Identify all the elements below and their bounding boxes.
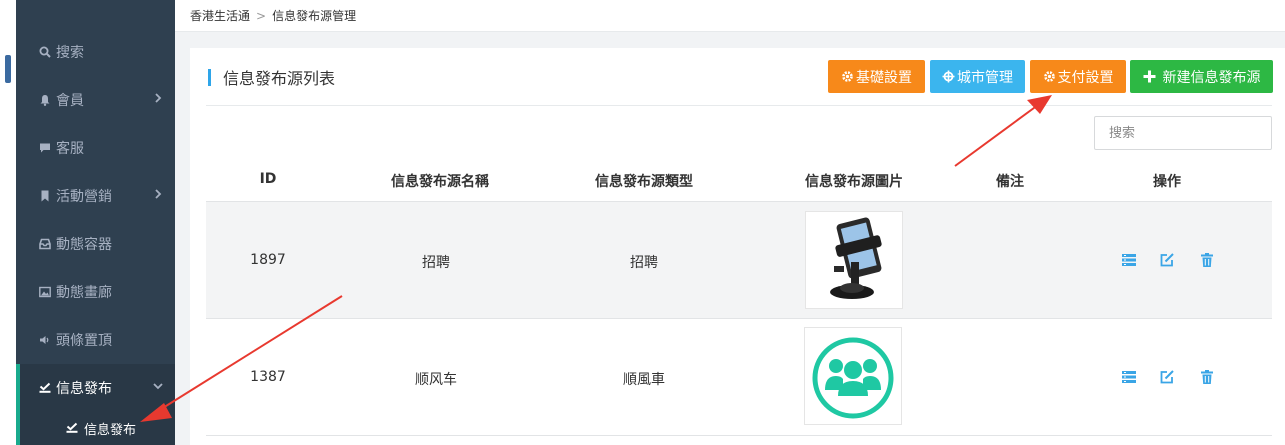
sidebar: 搜索 會員 客服 活動營銷 動態容器 動態畫廊 頭條置頂 信息發布 信息發布 (16, 0, 175, 445)
edit-icon[interactable] (1159, 369, 1175, 385)
new-source-button[interactable]: 新建信息發布源 (1130, 60, 1273, 93)
crosshairs-icon (942, 70, 955, 83)
panel-title-text: 信息發布源列表 (223, 69, 336, 88)
table-row: 1897 招聘 招聘 (206, 202, 1272, 318)
column-header-id: ID (259, 171, 277, 187)
sidebar-item-headline[interactable]: 頭條置頂 (16, 316, 175, 364)
payment-settings-label: 支付設置 (1057, 69, 1114, 86)
phone-holder-photo (805, 211, 903, 309)
cell-type: 順風車 (623, 372, 665, 388)
bell-icon (38, 93, 52, 107)
image-icon (38, 285, 52, 299)
sidebar-item-label: 活動營銷 (56, 189, 112, 205)
sidebar-item-label: 動態容器 (56, 237, 112, 253)
row-divider (206, 435, 1272, 436)
cell-id: 1387 (250, 369, 286, 385)
sidebar-item-search[interactable]: 搜索 (16, 28, 175, 76)
check-square-icon (38, 381, 52, 395)
search-input[interactable] (1094, 116, 1272, 150)
list-icon[interactable] (1121, 252, 1137, 268)
cell-name: 顺风车 (415, 372, 457, 388)
sidebar-item-info-publish[interactable]: 信息發布 (16, 364, 175, 412)
column-header-actions: 操作 (1153, 174, 1181, 190)
breadcrumb-home[interactable]: 香港生活通 (190, 7, 250, 24)
trash-icon[interactable] (1199, 369, 1215, 385)
sidebar-item-member[interactable]: 會員 (16, 76, 175, 124)
breadcrumb: 香港生活通 > 信息發布源管理 (175, 0, 1285, 32)
breadcrumb-current: 信息發布源管理 (272, 9, 357, 23)
new-source-label: 新建信息發布源 (1162, 69, 1261, 86)
sidebar-item-label: 頭條置頂 (56, 333, 112, 349)
comment-icon (38, 141, 52, 155)
inbox-icon (38, 237, 52, 251)
sidebar-item-gallery[interactable]: 動態畫廊 (16, 268, 175, 316)
cell-type: 招聘 (630, 255, 658, 271)
sidebar-item-label: 動態畫廊 (56, 285, 112, 301)
column-header-type: 信息發布源類型 (595, 174, 693, 190)
basic-settings-button[interactable]: 基礎設置 (828, 60, 925, 93)
check-square-icon (66, 422, 80, 436)
basic-settings-label: 基礎設置 (856, 69, 912, 86)
title-accent-bar (208, 68, 211, 86)
sidebar-subitem-info-publish[interactable]: 信息發布 (16, 412, 175, 445)
cell-name: 招聘 (422, 255, 450, 271)
sidebar-item-label: 信息發布 (56, 381, 112, 397)
list-icon[interactable] (1121, 369, 1137, 385)
panel-title: 信息發布源列表 (208, 68, 336, 88)
gear-icon (1043, 70, 1056, 83)
sidebar-item-label: 搜索 (56, 45, 84, 61)
plus-icon (1143, 70, 1156, 83)
search-icon (38, 45, 52, 59)
chevron-right-icon (151, 187, 165, 201)
edit-icon[interactable] (1159, 252, 1175, 268)
sidebar-item-container[interactable]: 動態容器 (16, 220, 175, 268)
sidebar-item-label: 客服 (56, 141, 84, 157)
column-header-name: 信息發布源名稱 (391, 174, 489, 190)
column-header-image: 信息發布源圖片 (805, 174, 903, 190)
chevron-right-icon (151, 91, 165, 105)
sidebar-item-service[interactable]: 客服 (16, 124, 175, 172)
main-panel: 信息發布源列表 基礎設置 城市管理 支付設置 新建信息發布源 ID 信息發布源名… (190, 48, 1285, 445)
title-divider (206, 105, 1272, 106)
sidebar-item-label: 會員 (56, 93, 84, 109)
sidebar-item-marketing[interactable]: 活動營銷 (16, 172, 175, 220)
bookmark-icon (38, 189, 52, 203)
group-users-icon (804, 327, 902, 425)
breadcrumb-separator-icon: > (256, 8, 267, 23)
city-management-button[interactable]: 城市管理 (930, 60, 1025, 93)
chevron-down-icon (151, 379, 165, 393)
left-edge-strip (0, 0, 16, 445)
column-header-remark: 備注 (996, 174, 1024, 190)
gear-icon (841, 70, 854, 83)
payment-settings-button[interactable]: 支付設置 (1030, 60, 1126, 93)
cell-id: 1897 (250, 252, 286, 268)
scroll-marker (5, 55, 11, 83)
trash-icon[interactable] (1199, 252, 1215, 268)
volume-icon (38, 333, 52, 347)
city-management-label: 城市管理 (957, 69, 1013, 86)
sidebar-subitem-label: 信息發布 (84, 423, 137, 438)
table-row: 1387 顺风车 順風車 (206, 319, 1272, 435)
